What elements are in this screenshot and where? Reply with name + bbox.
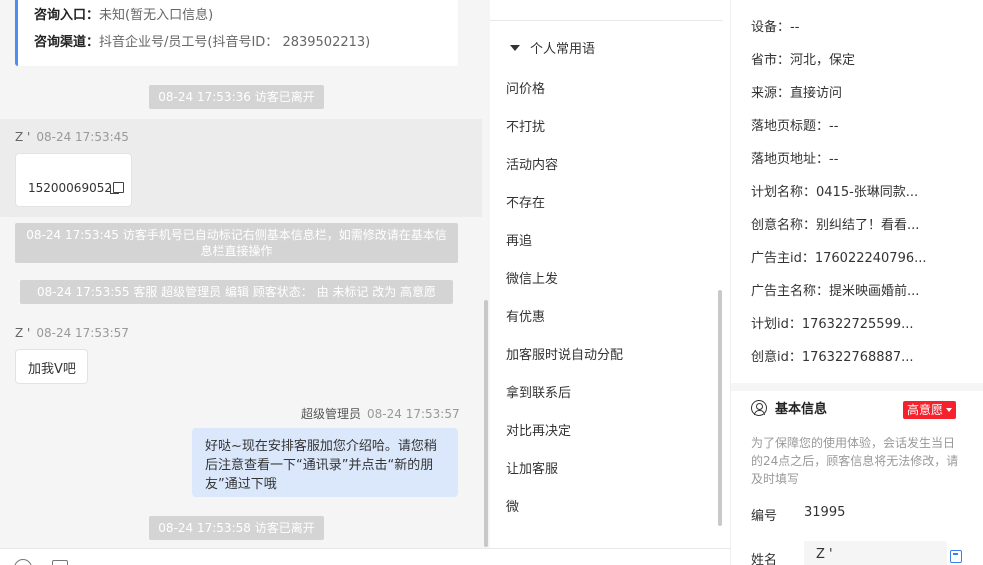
- system-status-change: 08-24 17:53:55 客服 超级管理员 编辑 顾客状态： 由 未标记 改…: [20, 280, 453, 304]
- info-province-city: 省市：河北，保定: [751, 53, 856, 68]
- number-label: 编号: [751, 509, 778, 524]
- phrase-item[interactable]: 微信上发: [506, 270, 558, 290]
- info-plan-name: 计划名称：0415-张琳同款...: [751, 185, 919, 200]
- visitor-name: Z ': [15, 326, 31, 340]
- consult-channel-label: 咨询渠道：: [34, 35, 100, 50]
- message-1-time: 08-24 17:53:45: [36, 130, 129, 144]
- edit-icon[interactable]: [950, 550, 962, 563]
- system-visitor-left-2: 08-24 17:53:58 访客已离开: [149, 516, 324, 540]
- phrase-item[interactable]: 问价格: [506, 80, 545, 100]
- name-label: 姓名: [751, 553, 778, 565]
- phrase-item[interactable]: 再追: [506, 232, 532, 252]
- message-1-text: 15200069052: [28, 181, 112, 195]
- info-landing-title: 落地页标题：--: [751, 119, 839, 134]
- message-3-time: 08-24 17:53:57: [367, 407, 460, 421]
- phrase-item[interactable]: 活动内容: [506, 156, 558, 176]
- phrase-item[interactable]: 拿到联系后: [506, 384, 571, 404]
- section-divider: [731, 383, 983, 391]
- phrase-item[interactable]: 让加客服: [506, 460, 558, 480]
- consult-channel-value: 抖音企业号/员工号(抖音号ID： 2839502213): [99, 35, 371, 50]
- caret-down-icon: [946, 408, 953, 412]
- system-visitor-left-1: 08-24 17:53:36 访客已离开: [149, 85, 324, 109]
- message-2-text: 加我V吧: [28, 362, 76, 377]
- message-3-text: 好哒~现在安排客服加您介绍哈。请您稍后注意查看一下“通讯录”并点击“新的朋友”通…: [205, 439, 437, 492]
- intent-status-label: 高意愿: [907, 403, 944, 417]
- message-1-sender: Z ' 08-24 17:53:45: [15, 130, 129, 144]
- phrase-item[interactable]: 不打扰: [506, 118, 545, 138]
- phrases-scrollbar-thumb[interactable]: [718, 290, 722, 526]
- message-2-sender: Z ' 08-24 17:53:57: [15, 326, 129, 340]
- agent-name: 超级管理员: [301, 407, 362, 421]
- chat-input-toolbar: [0, 548, 730, 565]
- basic-info-label: 基本信息: [775, 402, 828, 417]
- consult-entry-line: 咨询入口：未知(暂无入口信息): [34, 2, 458, 29]
- name-input[interactable]: Z ': [804, 541, 947, 565]
- image-icon[interactable]: [52, 560, 68, 565]
- message-1-bubble[interactable]: 15200069052: [15, 153, 132, 207]
- user-circle-icon: [751, 400, 767, 416]
- caret-down-icon: [510, 45, 520, 51]
- phrase-item[interactable]: 对比再决定: [506, 422, 571, 442]
- consult-entry-value: 未知(暂无入口信息): [99, 8, 214, 23]
- info-advertiser-name: 广告主名称：提米映画婚前...: [751, 284, 920, 299]
- info-advertiser-id: 广告主id：176022240796...: [751, 251, 927, 266]
- number-value: 31995: [804, 505, 846, 520]
- phrases-group-title: 个人常用语: [530, 42, 596, 57]
- info-creative-name: 创意名称：别纠结了！看看...: [751, 218, 920, 233]
- info-plan-id: 计划id：176322725599...: [751, 317, 914, 332]
- consult-info-card: 咨询入口：未知(暂无入口信息) 咨询渠道：抖音企业号/员工号(抖音号ID： 28…: [15, 0, 458, 66]
- message-3-sender: 超级管理员 08-24 17:53:57: [301, 405, 460, 422]
- phrases-divider: [490, 20, 723, 21]
- intent-status-badge[interactable]: 高意愿: [903, 401, 957, 419]
- customer-info-panel: 设备：-- 省市：河北，保定 来源：直接访问 落地页标题：-- 落地页地址：--…: [730, 0, 983, 565]
- phrase-item[interactable]: 有优惠: [506, 308, 545, 328]
- consult-channel-line: 咨询渠道：抖音企业号/员工号(抖音号ID： 2839502213): [34, 29, 458, 56]
- visitor-name: Z ': [15, 130, 31, 144]
- info-landing-url: 落地页地址：--: [751, 152, 839, 167]
- message-2-time: 08-24 17:53:57: [36, 326, 129, 340]
- copy-icon[interactable]: [109, 182, 124, 194]
- system-phone-note: 08-24 17:53:45 访客手机号已自动标记右侧基本信息栏，如需修改请在基…: [15, 223, 458, 263]
- chat-panel: 咨询入口：未知(暂无入口信息) 咨询渠道：抖音企业号/员工号(抖音号ID： 28…: [0, 0, 490, 565]
- phrase-item[interactable]: 不存在: [506, 194, 545, 214]
- phrase-item[interactable]: 加客服时说自动分配: [506, 346, 623, 366]
- phrase-item[interactable]: 微: [506, 498, 519, 518]
- message-3-bubble[interactable]: 好哒~现在安排客服加您介绍哈。请您稍后注意查看一下“通讯录”并点击“新的朋友”通…: [192, 428, 458, 497]
- edit-deadline-notice: 为了保障您的使用体验，会话发生当日的24点之后，顾客信息将无法修改，请及时填写: [751, 436, 959, 486]
- phrases-group-header[interactable]: 个人常用语: [510, 38, 595, 57]
- consult-entry-label: 咨询入口：: [34, 8, 100, 23]
- chat-scrollbar-thumb[interactable]: [484, 300, 488, 547]
- info-source: 来源：直接访问: [751, 86, 843, 101]
- phrases-panel: 个人常用语 问价格 不打扰 活动内容 不存在 再追 微信上发 有优惠 加客服时说…: [490, 0, 730, 548]
- info-creative-id: 创意id：176322768887...: [751, 350, 914, 365]
- basic-info-title: 基本信息: [751, 400, 827, 420]
- info-device: 设备：--: [751, 20, 800, 35]
- message-2-bubble[interactable]: 加我V吧: [15, 349, 88, 384]
